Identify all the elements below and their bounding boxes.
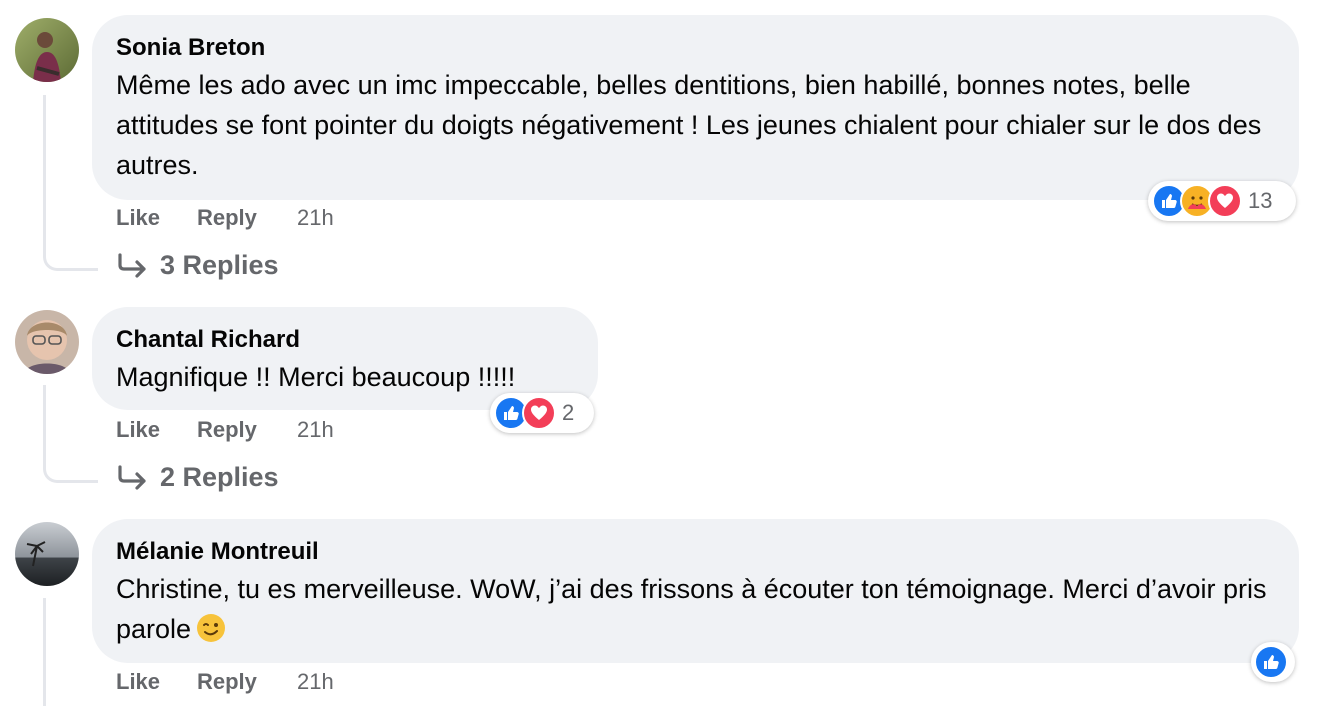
thread-line — [43, 385, 98, 483]
comment-text: Même les ado avec un imc impeccable, bel… — [116, 70, 1269, 180]
reply-button[interactable]: Reply — [197, 669, 257, 695]
like-button[interactable]: Like — [116, 669, 160, 695]
reactions-summary[interactable]: 2 — [490, 393, 594, 433]
reply-button[interactable]: Reply — [197, 205, 257, 231]
view-replies-button[interactable]: 3 Replies — [116, 250, 279, 281]
reply-button[interactable]: Reply — [197, 417, 257, 443]
like-icon — [1254, 645, 1288, 679]
comment-text-content: Christine, tu es merveilleuse. WoW, j’ai… — [116, 574, 1274, 644]
reaction-count: 2 — [562, 400, 575, 425]
replies-label: 3 Replies — [160, 250, 279, 280]
reply-arrow-icon — [118, 464, 146, 490]
avatar[interactable] — [15, 522, 79, 586]
comment-bubble: Mélanie Montreuil Christine, tu es merve… — [92, 519, 1299, 663]
love-icon — [1208, 184, 1242, 218]
thread-line — [43, 95, 98, 271]
avatar-photo — [15, 522, 79, 586]
reactions-summary[interactable] — [1251, 642, 1295, 682]
winking-face-emoji — [197, 614, 226, 642]
avatar-photo — [15, 310, 79, 374]
reactions-summary[interactable]: 13 — [1148, 181, 1296, 221]
comment-text: Magnifique !! Merci beaucoup !!!!! — [116, 362, 516, 392]
timestamp[interactable]: 21h — [297, 205, 334, 231]
comment-bubble: Sonia Breton Même les ado avec un imc im… — [92, 15, 1299, 200]
comment-text: Christine, tu es merveilleuse. WoW, j’ai… — [116, 569, 1275, 649]
timestamp[interactable]: 21h — [297, 417, 334, 443]
love-icon — [522, 396, 556, 430]
comment-author[interactable]: Mélanie Montreuil — [116, 537, 1275, 567]
like-button[interactable]: Like — [116, 417, 160, 443]
avatar[interactable] — [15, 18, 79, 82]
thread-line — [43, 598, 46, 706]
avatar-photo — [15, 18, 79, 82]
comment-author[interactable]: Chantal Richard — [116, 325, 574, 355]
view-replies-button[interactable]: 2 Replies — [116, 462, 279, 493]
like-button[interactable]: Like — [116, 205, 160, 231]
replies-label: 2 Replies — [160, 462, 279, 492]
timestamp[interactable]: 21h — [297, 669, 334, 695]
avatar[interactable] — [15, 310, 79, 374]
reaction-count: 13 — [1248, 188, 1273, 213]
reply-arrow-icon — [118, 252, 146, 278]
comment-author[interactable]: Sonia Breton — [116, 33, 1275, 63]
